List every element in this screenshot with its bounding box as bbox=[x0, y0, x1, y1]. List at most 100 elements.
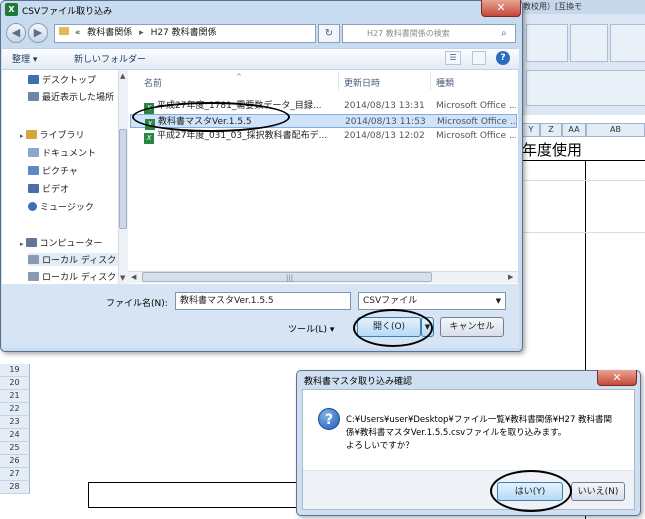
preview-pane-icon[interactable] bbox=[472, 51, 486, 65]
documents-icon bbox=[28, 148, 39, 157]
row-header[interactable]: 21 bbox=[0, 390, 30, 403]
desktop-icon bbox=[28, 75, 39, 84]
no-button[interactable]: いいえ(N) bbox=[571, 482, 625, 501]
help-icon[interactable]: ? bbox=[496, 51, 510, 65]
file-date: 2014/08/13 11:53 bbox=[345, 117, 426, 127]
column-header-modified[interactable]: 更新日時 bbox=[344, 76, 380, 89]
nav-item-pictures[interactable]: ピクチャ bbox=[28, 164, 78, 177]
nav-item-computer[interactable]: ▸ コンピューター bbox=[20, 236, 103, 249]
new-folder-button[interactable]: 新しいフォルダー bbox=[74, 52, 146, 65]
column-separator[interactable] bbox=[430, 72, 431, 90]
row-header[interactable]: 28 bbox=[0, 481, 30, 494]
nav-label: ライブラリ bbox=[39, 131, 85, 141]
forward-button[interactable]: ▶ bbox=[28, 23, 48, 43]
nav-label: デスクトップ bbox=[42, 76, 97, 86]
nav-label: コンピューター bbox=[39, 239, 103, 249]
column-header-name[interactable]: 名前 bbox=[144, 76, 162, 89]
nav-item-local-disk[interactable]: ローカル ディスク bbox=[28, 270, 116, 283]
nav-item-documents[interactable]: ドキュメント bbox=[28, 146, 96, 159]
file-date: 2014/08/13 12:02 bbox=[344, 131, 425, 141]
tools-button[interactable]: ツール(L) ▾ bbox=[288, 322, 334, 335]
column-header[interactable]: Y bbox=[522, 123, 540, 137]
scroll-down-icon[interactable]: ▼ bbox=[120, 274, 125, 282]
confirm-message-line: C:¥Users¥user¥Desktop¥ファイル一覧¥教科書関係¥H27 教… bbox=[346, 415, 613, 425]
organize-button[interactable]: 整理 ▾ bbox=[12, 52, 37, 65]
column-header-type[interactable]: 種類 bbox=[436, 76, 454, 89]
row-header[interactable]: 22 bbox=[0, 403, 30, 416]
disk-icon bbox=[28, 255, 39, 264]
file-type: Microsoft Office ... bbox=[436, 131, 516, 141]
row-header[interactable]: 20 bbox=[0, 377, 30, 390]
row-header[interactable]: 27 bbox=[0, 468, 30, 481]
sort-arrow-icon: ^ bbox=[236, 73, 242, 81]
nav-item-videos[interactable]: ビデオ bbox=[28, 182, 69, 195]
cell-text[interactable]: 年度使用 bbox=[522, 139, 582, 160]
scroll-up-icon[interactable]: ▲ bbox=[120, 72, 125, 80]
videos-icon bbox=[28, 184, 39, 193]
column-header[interactable]: AA bbox=[562, 123, 586, 137]
pictures-icon bbox=[28, 166, 39, 175]
column-separator[interactable] bbox=[338, 72, 339, 90]
breadcrumb-item[interactable]: 教科書関係 bbox=[87, 28, 132, 38]
breadcrumb-chevron[interactable]: « bbox=[75, 28, 81, 38]
breadcrumb-separator-icon[interactable]: ▸ bbox=[139, 28, 144, 38]
scroll-right-icon[interactable]: ▶ bbox=[508, 273, 513, 281]
excel-app-icon: X bbox=[5, 3, 18, 16]
cell-box[interactable] bbox=[88, 482, 300, 508]
view-options-icon[interactable]: ☰ bbox=[445, 51, 461, 65]
music-icon bbox=[28, 202, 37, 211]
highlight-oval bbox=[353, 309, 433, 347]
ribbon-group[interactable] bbox=[570, 24, 608, 62]
excel-file-icon: X bbox=[144, 133, 154, 144]
nav-label: ピクチャ bbox=[42, 167, 78, 177]
nav-label: ローカル ディスク bbox=[42, 256, 117, 266]
confirm-message-line: 係¥教科書マスタVer.1.5.5.csvファイルを取り込みます。 bbox=[346, 428, 567, 438]
row-header[interactable]: 23 bbox=[0, 416, 30, 429]
grip-icon: ||| bbox=[286, 274, 294, 282]
nav-label: 最近表示した場所 bbox=[42, 93, 115, 103]
disk-icon bbox=[28, 272, 39, 281]
nav-scrollbar-thumb[interactable] bbox=[119, 129, 127, 229]
nav-label: ドキュメント bbox=[42, 149, 97, 159]
filetype-value: CSVファイル bbox=[363, 296, 418, 306]
refresh-button[interactable]: ↻ bbox=[318, 24, 340, 43]
breadcrumb-item[interactable]: H27 教科書関係 bbox=[151, 28, 217, 38]
nav-label: ミュージック bbox=[40, 203, 94, 213]
filename-input[interactable]: 教科書マスタVer.1.5.5 bbox=[175, 292, 351, 310]
ribbon-group[interactable] bbox=[610, 24, 645, 62]
column-header[interactable]: Z bbox=[540, 123, 562, 137]
close-button[interactable]: ✕ bbox=[481, 0, 521, 17]
confirm-close-button[interactable]: ✕ bbox=[597, 370, 637, 386]
expand-icon[interactable]: ▸ bbox=[20, 132, 24, 140]
ribbon-group[interactable] bbox=[526, 70, 645, 106]
column-header[interactable]: AB bbox=[586, 123, 645, 137]
nav-label: ビデオ bbox=[42, 185, 70, 195]
close-icon: ✕ bbox=[496, 1, 506, 14]
cell-border bbox=[522, 160, 645, 161]
ribbon-group[interactable] bbox=[526, 24, 568, 62]
highlight-oval bbox=[490, 470, 572, 512]
row-header[interactable]: 24 bbox=[0, 429, 30, 442]
confirm-message-line: よろしいですか？ bbox=[346, 441, 414, 451]
back-button[interactable]: ◀ bbox=[6, 23, 26, 43]
filename-label: ファイル名(N): bbox=[106, 299, 168, 309]
scroll-left-icon[interactable]: ◀ bbox=[131, 273, 136, 281]
nav-item-music[interactable]: ミュージック bbox=[28, 200, 94, 213]
row-header[interactable]: 26 bbox=[0, 455, 30, 468]
file-type: Microsoft Office ... bbox=[436, 101, 516, 111]
file-type: Microsoft Office ... bbox=[437, 117, 517, 127]
nav-item-library[interactable]: ▸ ライブラリ bbox=[20, 128, 85, 141]
search-input[interactable]: H27 教科書関係の検索 bbox=[342, 24, 516, 43]
nav-item-desktop[interactable]: デスクトップ bbox=[28, 73, 96, 86]
filetype-select[interactable]: CSVファイル ▼ bbox=[358, 292, 506, 310]
close-icon: ✕ bbox=[612, 371, 622, 384]
search-icon: ⌕ bbox=[501, 28, 507, 39]
expand-icon[interactable]: ▸ bbox=[20, 240, 24, 248]
cancel-button[interactable]: キャンセル bbox=[440, 317, 504, 337]
nav-item-recent[interactable]: 最近表示した場所 bbox=[28, 90, 114, 103]
address-bar[interactable]: « 教科書関係 ▸ H27 教科書関係 bbox=[54, 24, 316, 43]
folder-icon bbox=[59, 27, 69, 35]
row-header[interactable]: 25 bbox=[0, 442, 30, 455]
excel-title-bar: 教校用）[互換モ bbox=[520, 0, 645, 14]
row-header[interactable]: 19 bbox=[0, 364, 30, 377]
